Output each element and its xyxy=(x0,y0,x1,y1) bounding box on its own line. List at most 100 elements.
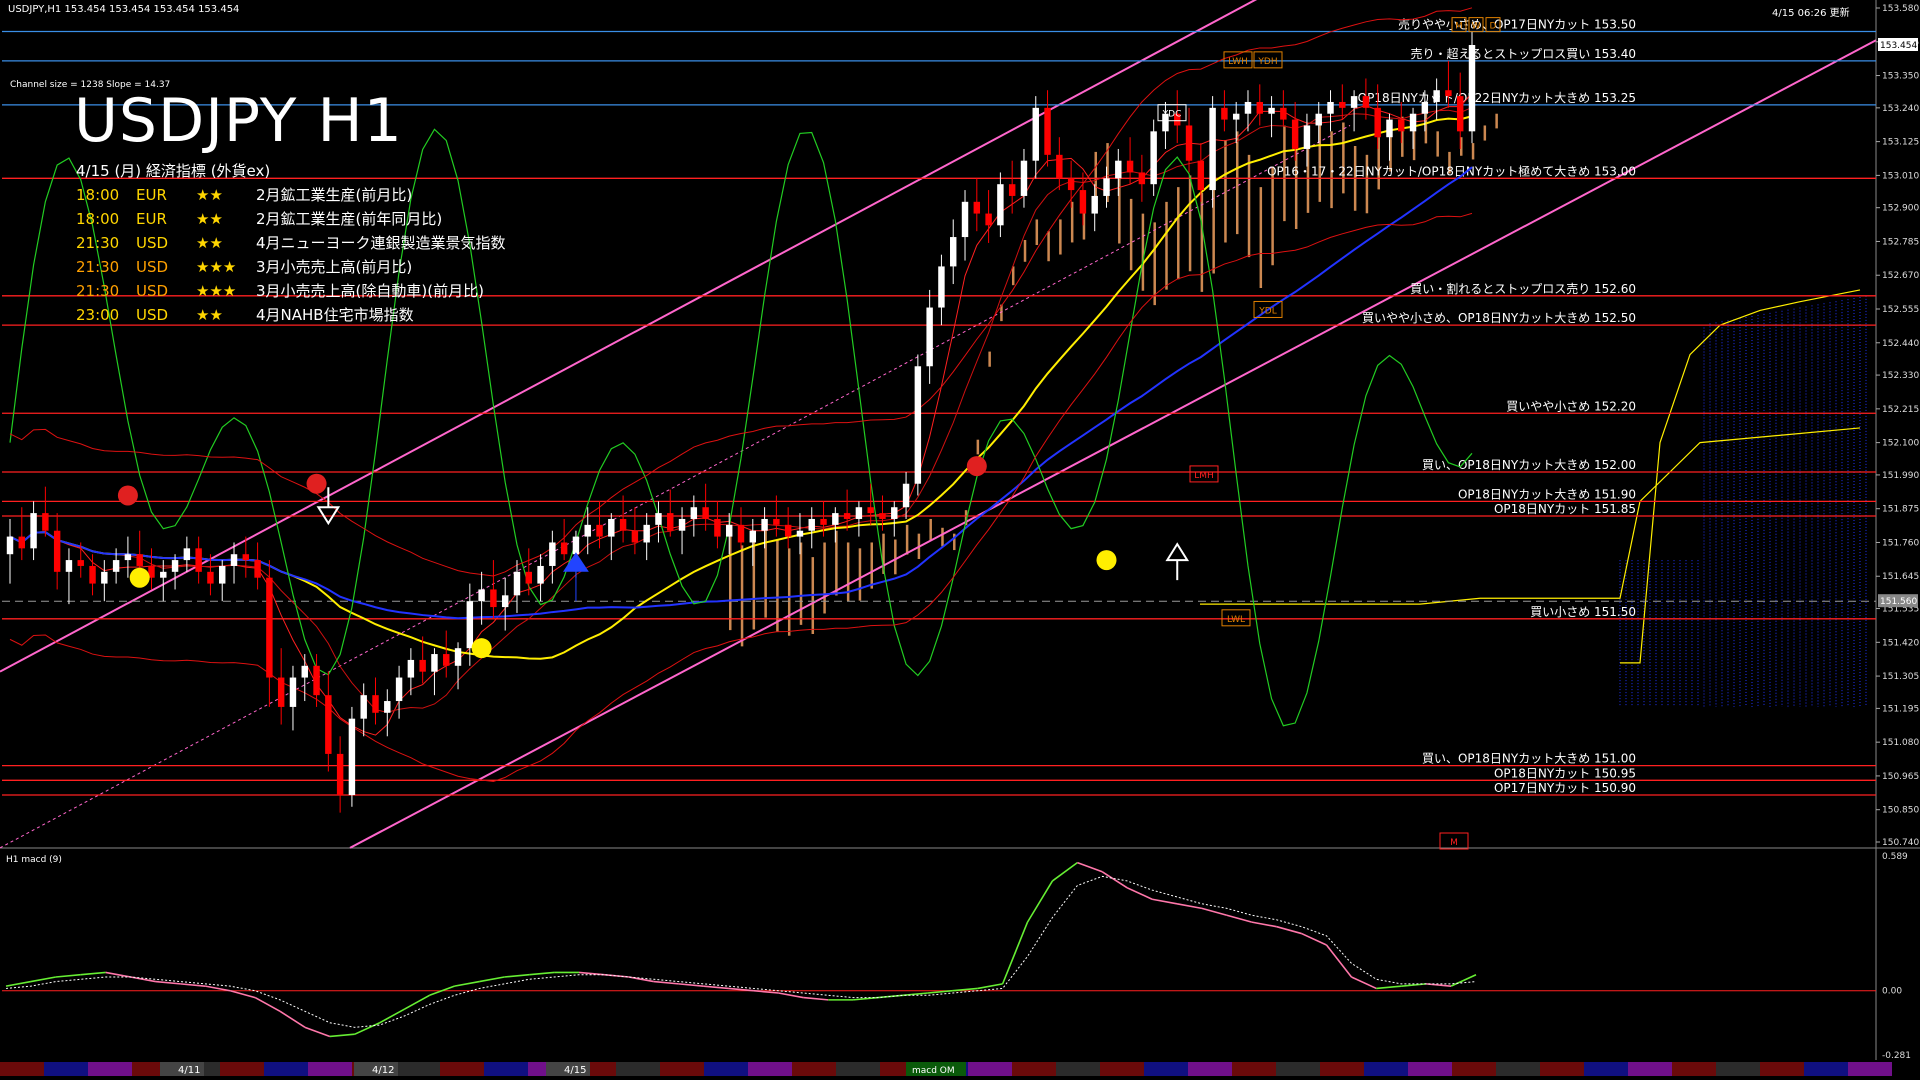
price-tick-label: 151.195 xyxy=(1882,704,1919,714)
price-tick-label: 152.215 xyxy=(1882,405,1919,415)
candle-body xyxy=(525,571,532,584)
candle-body xyxy=(242,554,250,561)
session-block xyxy=(1320,1062,1364,1076)
candle-body xyxy=(1150,131,1157,185)
candle-body xyxy=(313,665,320,696)
candle-body xyxy=(443,654,450,666)
econ-currency: EUR xyxy=(136,186,167,204)
candle-body xyxy=(266,577,273,678)
session-block xyxy=(0,1062,44,1076)
candle-body xyxy=(950,237,957,267)
candle-body xyxy=(902,483,910,508)
price-tick-label: 151.645 xyxy=(1882,572,1919,582)
candle-body xyxy=(1280,107,1287,120)
session-block xyxy=(88,1062,132,1076)
candle-body xyxy=(690,507,698,519)
session-block xyxy=(748,1062,792,1076)
candle-body xyxy=(407,659,415,678)
price-tick-label: 152.670 xyxy=(1882,271,1919,281)
econ-stars: ★★ xyxy=(196,306,223,324)
candle-body xyxy=(1456,96,1464,132)
candle-body xyxy=(1339,101,1346,108)
candle-body xyxy=(560,542,568,555)
candle-body xyxy=(207,571,214,584)
signal-marker xyxy=(966,456,987,477)
candle-body xyxy=(678,518,686,531)
candle-body xyxy=(973,201,981,214)
candle-body xyxy=(1362,96,1370,108)
symbol-line: USDJPY,H1 153.454 153.454 153.454 153.45… xyxy=(8,4,240,15)
candle-body xyxy=(985,213,992,226)
econ-name: 4月ニューヨーク連銀製造業景気指数 xyxy=(256,234,506,252)
order-level-label: OP17日NYカット 150.90 xyxy=(1494,781,1636,795)
signal-marker xyxy=(117,485,138,506)
price-tick-label: 152.555 xyxy=(1882,305,1919,315)
candle-body xyxy=(1374,107,1381,138)
session-block xyxy=(396,1062,440,1076)
candle-body xyxy=(926,307,933,367)
econ-name: 3月小売売上高(除自動車)(前月比) xyxy=(256,282,484,300)
econ-currency: USD xyxy=(136,282,169,300)
candle-body xyxy=(136,554,143,566)
candle-body xyxy=(301,665,308,678)
session-block xyxy=(968,1062,1012,1076)
level-tag: LWL xyxy=(1227,615,1245,625)
session-block xyxy=(1100,1062,1144,1076)
session-block xyxy=(1408,1062,1452,1076)
candle-body xyxy=(1232,113,1240,120)
price-tick-label: 152.900 xyxy=(1882,204,1919,214)
econ-name: 3月小売売上高(前月比) xyxy=(256,258,413,276)
signal-marker xyxy=(1096,550,1117,571)
candle-body xyxy=(1433,90,1440,102)
session-block xyxy=(660,1062,704,1076)
candle-body xyxy=(643,524,650,543)
candle-body xyxy=(1103,178,1110,196)
price-tick-label: 150.965 xyxy=(1882,772,1919,782)
candle-body xyxy=(1221,107,1228,120)
session-block xyxy=(1012,1062,1056,1076)
econ-item: 21:30 USD ★★★ 3月小売売上高(前月比) xyxy=(76,256,412,277)
session-block xyxy=(1276,1062,1320,1076)
session-block xyxy=(1540,1062,1584,1076)
session-block xyxy=(1628,1062,1672,1076)
candle-body xyxy=(891,507,898,519)
candle-body xyxy=(1008,184,1016,196)
candle-body xyxy=(1032,107,1039,161)
candle-body xyxy=(584,524,591,537)
price-tick-label: 153.240 xyxy=(1882,104,1919,114)
candle-body xyxy=(961,201,969,238)
candle-body xyxy=(30,513,37,549)
candle-body xyxy=(808,518,815,531)
candle-body xyxy=(1398,119,1405,132)
candle-body xyxy=(384,701,391,713)
session-block xyxy=(1056,1062,1100,1076)
econ-stars: ★★ xyxy=(196,186,223,204)
econ-heading: 4/15 (月) 経済指標 (外貨ex) xyxy=(76,162,271,180)
candle-body xyxy=(549,542,556,566)
candle-body xyxy=(219,565,226,584)
candle-body xyxy=(395,677,403,702)
price-tick-label: 151.990 xyxy=(1882,471,1919,481)
level-tag: YDL xyxy=(1258,306,1276,316)
candle-body xyxy=(572,536,580,555)
session-block xyxy=(1584,1062,1628,1076)
candle-body xyxy=(737,524,745,543)
candle-body xyxy=(6,536,14,555)
econ-stars: ★★★ xyxy=(196,258,237,276)
level-tag: W xyxy=(1472,22,1481,32)
candle-body xyxy=(1268,107,1275,114)
candle-body xyxy=(1126,160,1134,173)
econ-item: 18:00 EUR ★★ 2月鉱工業生産(前月比) xyxy=(76,184,412,205)
econ-time: 18:00 xyxy=(76,186,120,204)
candle-body xyxy=(867,507,874,514)
session-block xyxy=(308,1062,352,1076)
econ-item: 21:30 USD ★★ 4月ニューヨーク連銀製造業景気指数 xyxy=(76,232,506,253)
time-axis: 4/11 4/12 4/15 macd OM xyxy=(0,1062,1892,1076)
macd-tick-label: 0.00 xyxy=(1882,987,1902,997)
price-tick-label: 153.350 xyxy=(1882,72,1919,82)
candle-body xyxy=(784,524,792,537)
candle-body xyxy=(820,518,827,525)
level-tag: YDC xyxy=(1162,110,1182,120)
price-tag: 153.454 xyxy=(1880,41,1917,51)
candle-body xyxy=(1386,119,1393,138)
